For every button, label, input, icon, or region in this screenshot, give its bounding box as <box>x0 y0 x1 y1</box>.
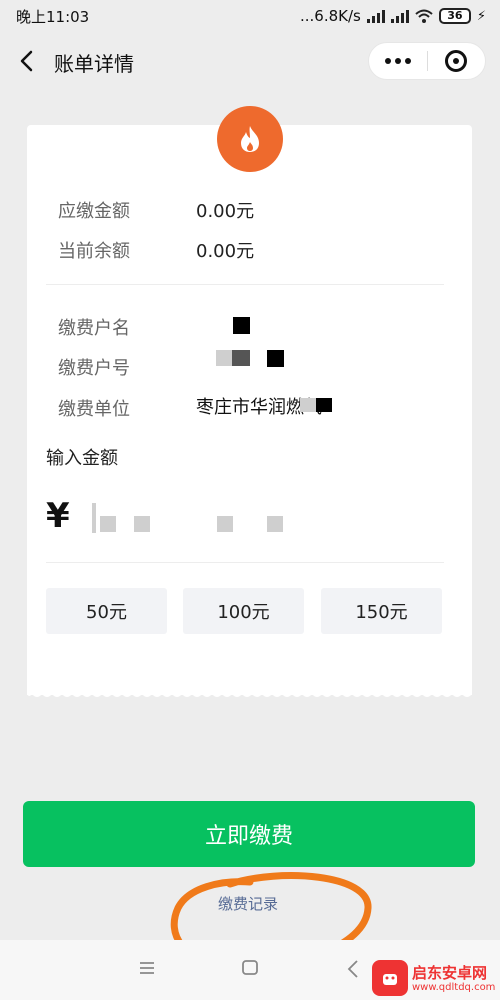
current-balance-value: 0.00元 <box>196 241 255 262</box>
redacted-account-number <box>267 350 284 367</box>
account-name-label: 缴费户名 <box>58 318 130 339</box>
more-dot-icon <box>394 58 401 64</box>
payment-records-link[interactable]: 缴费记录 <box>218 893 278 914</box>
input-amount-title: 输入金额 <box>46 448 118 469</box>
signal-icon <box>390 9 409 23</box>
redacted-account-name <box>233 317 250 334</box>
quick-amount-50-button[interactable]: 50元 <box>46 588 167 634</box>
flame-icon <box>241 126 259 152</box>
charging-icon: ⚡ <box>476 8 486 24</box>
target-close-icon <box>445 50 468 72</box>
redacted-block <box>134 516 150 532</box>
amount-due-label: 应缴金额 <box>58 201 130 222</box>
account-number-label: 缴费户号 <box>58 358 130 379</box>
redacted-block <box>217 516 233 532</box>
signal-hd-icon <box>366 9 385 23</box>
more-dot-icon <box>404 58 411 64</box>
more-dot-icon <box>384 58 391 64</box>
redacted-block <box>300 398 316 412</box>
page-title: 账单详情 <box>54 52 134 76</box>
status-time: 晚上11:03 <box>16 7 90 26</box>
system-back-icon[interactable] <box>346 958 360 980</box>
quick-amount-100-button[interactable]: 100元 <box>183 588 304 634</box>
network-speed: ...6.8K/s <box>299 7 361 25</box>
miniprogram-capsule <box>368 42 486 80</box>
close-miniprogram-button[interactable] <box>427 42 485 80</box>
more-options-button[interactable] <box>369 42 427 80</box>
status-indicators: ...6.8K/s 36 ⚡ <box>300 7 486 25</box>
section-divider <box>46 284 444 285</box>
gas-flame-logo <box>217 106 283 172</box>
quick-amount-150-button[interactable]: 150元 <box>321 588 442 634</box>
wifi-icon <box>415 9 433 23</box>
menu-icon[interactable] <box>138 960 156 976</box>
redacted-block <box>100 516 116 532</box>
watermark-title: 启东安卓网 <box>412 964 488 982</box>
status-bar: 晚上11:03 ...6.8K/s 36 ⚡ <box>0 0 500 32</box>
back-arrow-icon[interactable] <box>16 49 38 73</box>
home-icon[interactable] <box>240 958 260 976</box>
pay-now-button[interactable]: 立即缴费 <box>23 801 475 867</box>
redacted-block <box>216 350 232 366</box>
watermark-logo <box>372 960 408 996</box>
android-icon <box>383 974 397 985</box>
redacted-block <box>267 516 283 532</box>
section-divider <box>46 562 444 563</box>
battery-icon: 36 <box>438 8 471 24</box>
nav-bar: 账单详情 <box>0 32 500 90</box>
billing-unit-value: 枣庄市华润燃气 <box>196 397 322 416</box>
redacted-block <box>316 398 332 412</box>
current-balance-label: 当前余额 <box>58 241 130 262</box>
receipt-zigzag-edge <box>27 688 472 697</box>
amount-due-value: 0.00元 <box>196 201 255 222</box>
currency-symbol: ¥ <box>46 496 70 536</box>
billing-unit-label: 缴费单位 <box>58 399 130 420</box>
watermark-url: www.qdltdq.com <box>412 982 496 993</box>
input-cursor <box>92 503 96 533</box>
redacted-block <box>232 350 250 366</box>
